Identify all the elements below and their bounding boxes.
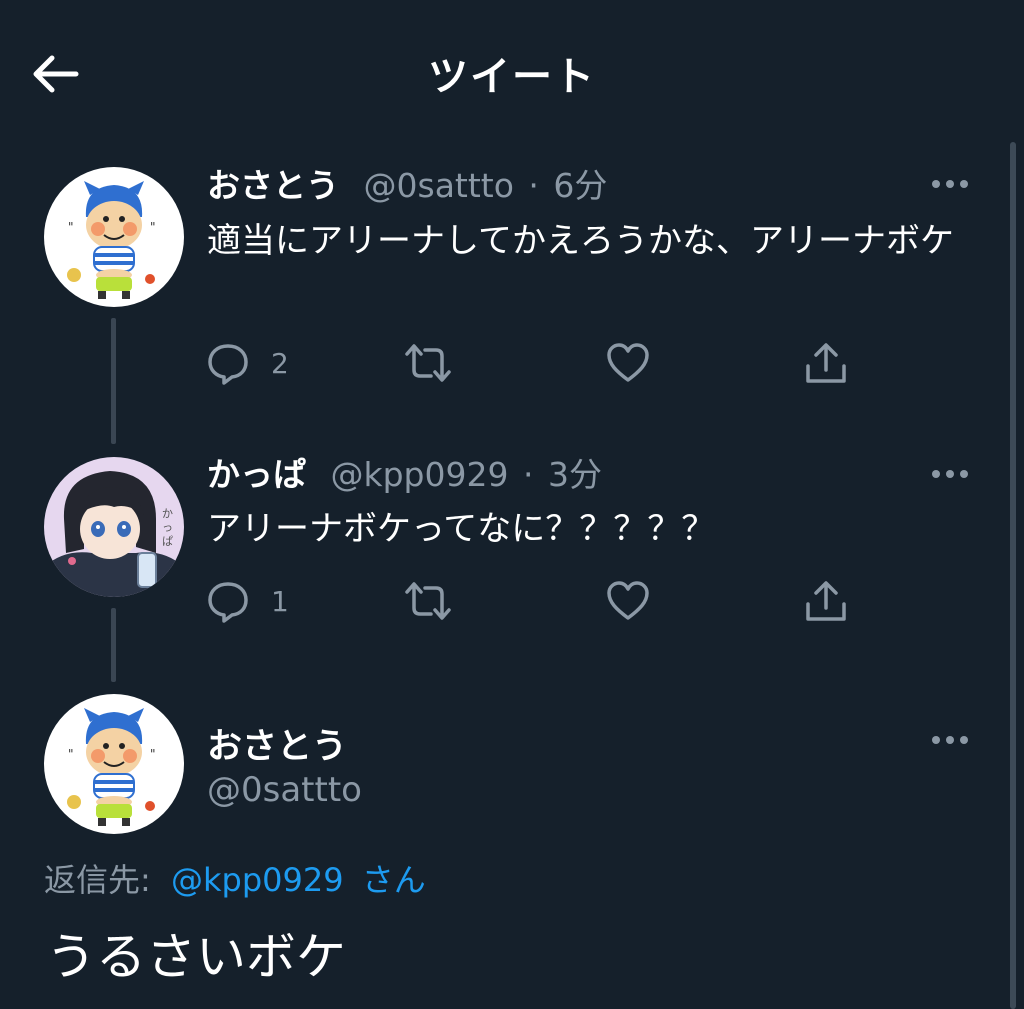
svg-text:": " [150,747,156,761]
avatar[interactable]: " " [44,694,184,834]
scrollbar[interactable] [1010,142,1016,1009]
tweet-text: うるさいボケ [46,928,346,986]
more-icon [932,736,968,744]
reply-label: 返信先: [44,861,151,899]
avatar-image: " " [44,694,184,834]
svg-text:": " [68,747,74,761]
user-handle[interactable]: @0sattto [207,770,362,810]
replying-to: 返信先: @kpp0929 さん [44,855,426,901]
reply-mention-link[interactable]: @kpp0929 [171,861,344,899]
main-tweet: " " おさとう @0sattto 返信先: @kpp0929 さん うるさいボ… [0,0,1000,1009]
tweet-thread-screen: ツイート " " おさとう @0sattto · 6分 適当にアリーナしてかえろ… [0,0,1024,1009]
reply-mention-suffix[interactable]: さん [362,861,426,899]
display-name[interactable]: おさとう [207,718,347,769]
more-button[interactable] [928,728,972,752]
